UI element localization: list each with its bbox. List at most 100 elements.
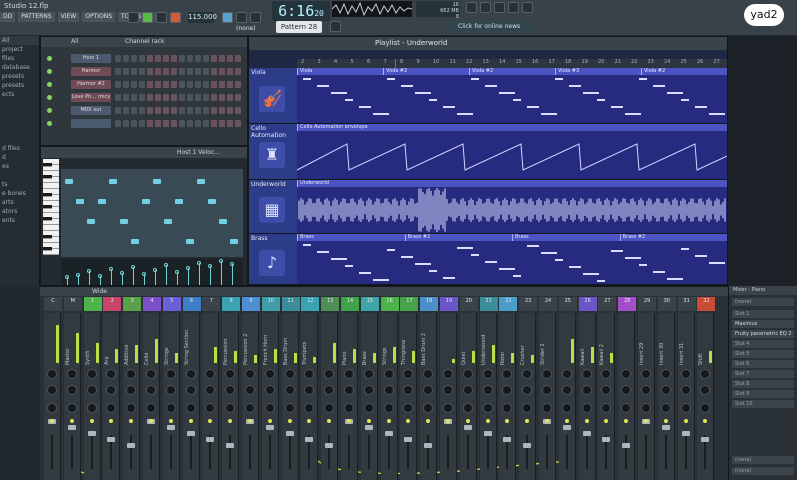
step-button[interactable] [131, 55, 137, 62]
browser-item[interactable]: arts [0, 198, 39, 207]
mixer-knob[interactable] [126, 369, 137, 379]
step-button[interactable] [235, 107, 241, 114]
browser-item[interactable]: ts [0, 180, 39, 189]
velocity-lane[interactable] [61, 259, 243, 285]
mixer-knob[interactable] [443, 385, 453, 395]
mixer-insert-number[interactable]: 10 [261, 297, 280, 311]
step-button[interactable] [163, 94, 169, 101]
mixer-knob[interactable] [284, 369, 295, 379]
mixer-knob[interactable] [225, 369, 236, 379]
mixer-track[interactable]: Percussion 2 [242, 313, 259, 480]
note-block[interactable] [109, 179, 117, 184]
step-button[interactable] [179, 94, 185, 101]
mixer-track[interactable]: Insert 29 [638, 313, 655, 480]
mixer-view-mode[interactable]: Wide [92, 288, 107, 295]
bookmark-icon[interactable] [480, 2, 491, 13]
mixer-knob[interactable] [86, 403, 97, 413]
channel-row[interactable]: Love Ph... rmcy [43, 92, 247, 103]
piano-roll-grid[interactable] [61, 169, 243, 257]
velocity-handle[interactable] [186, 266, 190, 270]
mixer-insert-number[interactable]: 18 [420, 297, 439, 311]
clip-label[interactable]: Viola [297, 68, 383, 75]
insert-active-led[interactable] [386, 419, 391, 423]
velocity-bar[interactable] [155, 270, 156, 285]
note-block[interactable] [208, 199, 216, 204]
step-button[interactable] [179, 107, 185, 114]
mixer-track[interactable]: Thingness [400, 313, 418, 480]
browser-item[interactable] [0, 126, 39, 135]
mixer-knob[interactable] [205, 403, 216, 413]
clip-label[interactable]: Viola #2 [383, 68, 469, 75]
velocity-bar[interactable] [221, 261, 222, 285]
volume-fader[interactable] [166, 425, 175, 430]
typing-keyboard-button[interactable] [236, 12, 247, 23]
mixer-knob[interactable] [660, 403, 671, 413]
step-button[interactable] [187, 55, 193, 62]
send-select-2[interactable]: (none) [732, 467, 794, 475]
mixer-insert-number[interactable]: 17 [400, 297, 419, 311]
mixer-knob[interactable] [443, 403, 453, 413]
insert-active-led[interactable] [604, 419, 609, 423]
mixer-insert-number[interactable]: 6 [182, 297, 201, 311]
step-button[interactable] [235, 81, 241, 88]
step-button[interactable] [147, 94, 153, 101]
track-lane[interactable]: Cello Automation envelope [297, 124, 727, 180]
step-button[interactable] [179, 81, 185, 88]
piano-key-black[interactable] [43, 163, 52, 167]
mixer-knob[interactable] [423, 369, 434, 379]
mixer-insert-number[interactable]: 14 [341, 297, 359, 311]
mixer-insert-number[interactable]: 25 [558, 297, 577, 311]
mixer-knob[interactable] [443, 369, 453, 379]
volume-fader[interactable] [424, 443, 433, 448]
step-button[interactable] [139, 81, 145, 88]
mixer-track[interactable]: Synth [83, 313, 101, 480]
mixer-track[interactable] [321, 313, 339, 480]
velocity-bar[interactable] [199, 263, 200, 285]
piano-key-black[interactable] [43, 175, 52, 179]
mixer-knob[interactable] [126, 403, 137, 413]
track-header[interactable]: Cello Automation ♜ [249, 124, 297, 180]
effect-slot[interactable]: Slot 4 [732, 340, 794, 348]
mixer-track[interactable]: Rotor [499, 313, 517, 480]
mixer-knob[interactable] [462, 385, 473, 395]
step-button[interactable] [171, 68, 177, 75]
mixer-knob[interactable] [482, 403, 493, 413]
step-button[interactable] [195, 120, 201, 127]
mixer-track[interactable]: Kawaii [578, 313, 596, 480]
step-button[interactable] [139, 94, 145, 101]
mixer-knob[interactable] [700, 385, 711, 395]
step-button[interactable] [203, 81, 209, 88]
channel-row[interactable] [43, 118, 247, 129]
step-button[interactable] [155, 107, 161, 114]
mixer-knob[interactable] [245, 403, 255, 413]
step-button[interactable] [163, 68, 169, 75]
piano-key-black[interactable] [43, 247, 52, 251]
step-button[interactable] [115, 68, 121, 75]
browser-item[interactable] [0, 108, 39, 117]
mixer-insert-number[interactable]: 29 [638, 297, 656, 311]
mixer-knob[interactable] [363, 403, 374, 413]
mixer-knob[interactable] [284, 403, 295, 413]
mixer-knob[interactable] [502, 403, 513, 413]
mixer-knob[interactable] [47, 369, 57, 379]
step-button[interactable] [179, 120, 185, 127]
insert-active-led[interactable] [267, 419, 272, 423]
mixer-track[interactable]: Arp [103, 313, 121, 480]
channel-name-button[interactable]: Harmor [71, 67, 111, 76]
mixer-knob[interactable] [680, 403, 691, 413]
velocity-handle[interactable] [208, 264, 212, 268]
mixer-knob[interactable] [146, 369, 156, 379]
clip-label[interactable]: Brass #2 [619, 234, 727, 241]
mixer-track[interactable]: Bass Drum [281, 313, 299, 480]
insert-active-led[interactable] [347, 419, 351, 423]
step-button[interactable] [219, 94, 225, 101]
volume-fader[interactable] [463, 425, 472, 430]
step-button[interactable] [115, 94, 121, 101]
mixer-knob[interactable] [165, 403, 176, 413]
volume-fader[interactable] [483, 431, 492, 436]
play-button[interactable] [142, 12, 153, 23]
volume-fader[interactable] [285, 431, 294, 436]
velocity-handle[interactable] [153, 268, 157, 272]
mixer-knob[interactable] [264, 403, 275, 413]
mixer-knob[interactable] [660, 369, 671, 379]
